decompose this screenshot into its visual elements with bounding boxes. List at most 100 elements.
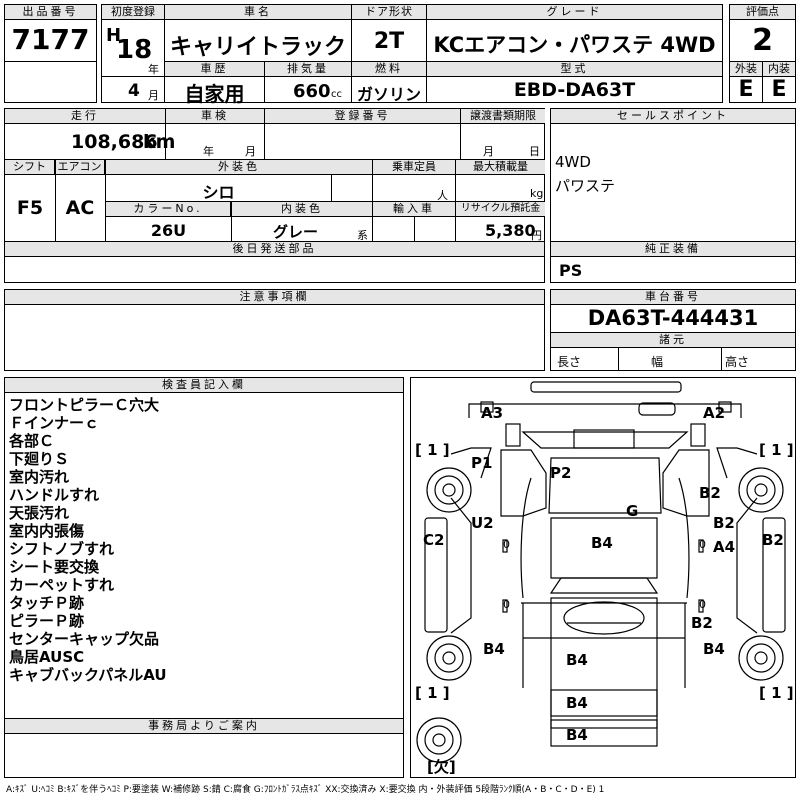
interior-score-cell: 内装 E	[762, 61, 796, 103]
int-color-label: 内装色	[232, 202, 372, 217]
inspector-line: 下廻りＳ	[9, 450, 70, 468]
recycle: 5,380	[485, 221, 536, 240]
model: EBD-DA63T	[513, 79, 636, 101]
displacement-unit: cc	[331, 89, 342, 100]
displacement-cell: 排気量 660 cc	[264, 61, 352, 103]
transfer-label: 譲渡書類期限	[461, 109, 545, 124]
color-no-label: カラーNo.	[106, 202, 231, 217]
max-load-label: 最大積載量	[456, 160, 545, 175]
details-block: 走行 車検 登録番号 譲渡書類期限 108,686 km 年 月 月 日 シフト…	[4, 108, 545, 242]
door-label: ドア形状	[352, 5, 426, 20]
lot-number-cell: 出品番号 7177	[4, 4, 97, 62]
truck-outline	[416, 381, 786, 763]
ac: AC	[65, 197, 95, 219]
inspector-line: Ｆインナーｃ	[9, 414, 100, 432]
mileage-label: 走行	[5, 109, 165, 124]
damage-mark: B2	[713, 514, 735, 532]
ac-label: エアコン	[55, 160, 105, 175]
height-label: 高さ	[725, 355, 750, 369]
inspector-line: カーペットすれ	[9, 576, 115, 594]
month-unit: 月	[148, 89, 159, 102]
lot-blank-cell	[4, 61, 97, 103]
damage-mark: C2	[423, 531, 445, 549]
lot-number: 7177	[11, 23, 90, 56]
ext-color: シロ	[202, 183, 235, 202]
history: 自家用	[184, 82, 245, 106]
inspector-line: フロントピラーＣ穴大	[9, 396, 160, 414]
interior-label: 内装	[763, 62, 795, 77]
grade: KCエアコン・パワステ 4WD	[433, 33, 716, 57]
later-parts-cell: 後日発送部品	[4, 241, 545, 283]
max-load-unit: kg	[530, 187, 544, 200]
zero-mark: 0	[503, 598, 510, 611]
tire-tread-mark: [ 1 ]	[759, 441, 794, 459]
shift: F5	[16, 197, 44, 219]
mileage-unit: km	[143, 131, 176, 153]
history-label: 車歴	[165, 62, 264, 77]
exterior-score-cell: 外装 E	[729, 61, 763, 103]
later-parts-label: 後日発送部品	[5, 242, 544, 257]
chassis-label: 車台番号	[551, 290, 795, 305]
sales-point-cell: セールスポイント 4WD パワステ	[550, 108, 796, 242]
capacity-label: 乗車定員	[373, 160, 455, 175]
inspector-line: 各部Ｃ	[9, 432, 55, 450]
inspection-month-unit: 月	[245, 145, 256, 158]
zero-mark: 0	[699, 538, 706, 551]
inspector-line: シート要交換	[9, 558, 100, 576]
inspector-line: タッチＰ跡	[9, 594, 85, 612]
damage-mark: B2	[699, 484, 721, 502]
grade-cell: グレード KCエアコン・パワステ 4WD	[426, 4, 723, 62]
damage-mark: B2	[762, 531, 784, 549]
fuel-cell: 燃料 ガソリン	[351, 61, 427, 104]
shift-label: シフト	[5, 160, 55, 175]
door-type: 2T	[373, 29, 405, 54]
inspector-line: 鳥居AUSC	[9, 648, 85, 666]
reg-year: 18	[116, 35, 153, 65]
width-label: 幅	[651, 355, 664, 369]
displacement: 660	[293, 81, 331, 102]
damage-mark: B2	[691, 614, 713, 632]
inspector-line: キャブバックパネルAU	[9, 666, 167, 684]
damage-mark: P1	[471, 454, 493, 472]
specs-label: 諸元	[551, 332, 795, 348]
score: 2	[752, 23, 773, 58]
first-registration-cell: 初度登録 H 18 年 4 月	[101, 4, 165, 103]
inspector-line: センターキャップ欠品	[9, 630, 160, 648]
inspector-line: ハンドルすれ	[9, 486, 100, 504]
history-cell: 車歴 自家用	[164, 61, 265, 106]
exterior-label: 外装	[730, 62, 762, 77]
inspector-line: 室内汚れ	[9, 468, 70, 486]
damage-mark: B4	[566, 694, 588, 712]
inspector-line: シフトノブすれ	[9, 540, 115, 558]
sales-line: 4WD	[555, 153, 591, 171]
inspector-line: 室内内張傷	[9, 522, 85, 540]
damage-mark: B4	[566, 726, 588, 744]
notes-label: 注意事項欄	[5, 290, 544, 305]
car-name-cell: 車名 キャリイトラック	[164, 4, 352, 62]
damage-mark: A3	[481, 404, 504, 422]
zero-mark: 0	[699, 598, 706, 611]
tire-tread-mark: [ 1 ]	[415, 441, 450, 459]
int-color: グレー	[273, 223, 319, 241]
displacement-label: 排気量	[265, 62, 351, 77]
length-label: 長さ	[557, 355, 582, 369]
damage-mark: U2	[471, 514, 494, 532]
damage-mark: A2	[703, 404, 726, 422]
door-cell: ドア形状 2T	[351, 4, 427, 62]
fuel-label: 燃料	[352, 62, 426, 77]
transfer-month-unit: 月	[483, 145, 494, 158]
chassis-cell: 車台番号 DA63T-444431 諸元 長さ 幅 高さ	[550, 289, 796, 371]
exterior-score: E	[738, 77, 754, 102]
notes-cell: 注意事項欄	[4, 289, 545, 371]
inspection-year-unit: 年	[203, 145, 214, 158]
score-cell: 評価点 2	[729, 4, 796, 62]
chassis-number: DA63T-444431	[587, 306, 759, 330]
damage-diagram: A3 A2 P1 P2 G U2 B2 B2 C2 B4 A4 B2 B2 B4…	[410, 377, 796, 778]
damage-mark: B4	[703, 640, 725, 658]
tire-tread-mark: [ 1 ]	[415, 684, 450, 702]
first-reg-label: 初度登録	[102, 5, 164, 20]
recycle-label: リサイクル預託金	[456, 202, 545, 217]
reg-no-label: 登録番号	[265, 109, 460, 124]
grade-label: グレード	[427, 5, 722, 20]
model-label: 型式	[427, 62, 722, 77]
